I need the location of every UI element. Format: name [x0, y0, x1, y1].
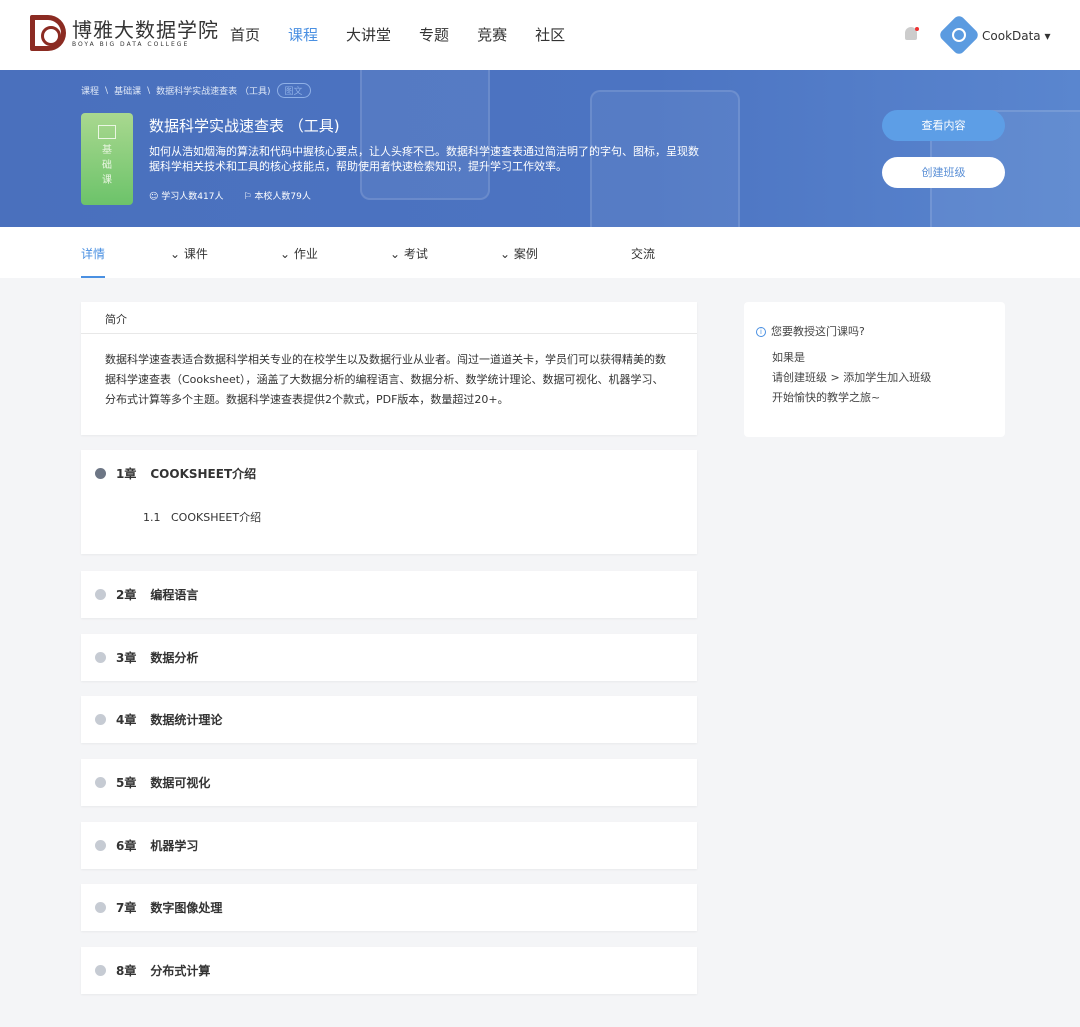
course-description: 如何从浩如烟海的算法和代码中握核心要点，让人头疼不已。数据科学速查表通过简洁明了… [149, 145, 699, 173]
chapter-item[interactable]: 4章 数据统计理论 [81, 696, 697, 743]
teach-question: 您要教授这门课吗? [771, 325, 865, 338]
intro-heading: 简介 [81, 302, 697, 334]
notification-dot [915, 27, 919, 31]
user-menu[interactable]: CookData ▾ [982, 29, 1051, 43]
learners-count: ☺ 学习人数417人 [149, 192, 224, 202]
chapter-title: 编程语言 [150, 588, 199, 602]
nav-lectures[interactable]: 大讲堂 [346, 24, 391, 45]
chevron-down-icon: ⌄ [280, 247, 294, 261]
nav-home[interactable]: 首页 [230, 24, 260, 45]
expand-icon[interactable] [95, 777, 106, 788]
username: CookData [982, 29, 1041, 43]
chapter-title: 分布式计算 [150, 964, 211, 978]
breadcrumb-courses[interactable]: 课程 [81, 84, 99, 97]
create-class-button[interactable]: 创建班级 [882, 157, 1005, 188]
chapter-title: 数字图像处理 [150, 901, 223, 915]
nav-competitions[interactable]: 竞赛 [477, 24, 507, 45]
tab-courseware[interactable]: ⌄ 课件 [170, 245, 208, 262]
tab-cases[interactable]: ⌄ 案例 [500, 245, 538, 262]
collapse-icon[interactable] [95, 468, 106, 479]
type-tag: 图文 [276, 83, 311, 98]
logo-icon [30, 15, 66, 51]
teach-prompt-card: i 您要教授这门课吗? 如果是 请创建班级 > 添加学生加入班级 开始愉快的教学之… [744, 302, 1005, 437]
intro-card: 简介 数据科学速查表适合数据科学相关专业的在校学生以及数据行业从业者。闯过一道道… [81, 302, 697, 435]
chapter-number: 2章 [116, 588, 137, 602]
chapter-item[interactable]: 6章 机器学习 [81, 822, 697, 869]
expand-icon[interactable] [95, 965, 106, 976]
chapter-title: 数据统计理论 [150, 713, 223, 727]
course-banner: 课程 \ 基础课 \ 数据科学实战速查表 （工具) 图文 基础课 数据科学实战速查表… [0, 70, 1080, 227]
chapter-number: 5章 [116, 776, 137, 790]
chapter-item[interactable]: 7章 数字图像处理 [81, 884, 697, 931]
expand-icon[interactable] [95, 840, 106, 851]
active-tab-indicator [81, 276, 105, 278]
chapter-number: 4章 [116, 713, 137, 727]
chart-icon [98, 125, 116, 139]
chapter-title: 数据分析 [150, 651, 199, 665]
chapter-item[interactable]: 8章 分布式计算 [81, 947, 697, 994]
logo-subtitle: BOYA BIG DATA COLLEGE [72, 40, 190, 48]
nav-courses[interactable]: 课程 [288, 24, 318, 45]
info-icon: i [756, 327, 766, 337]
breadcrumb-basic[interactable]: 基础课 [114, 84, 141, 97]
main-nav: 首页 课程 大讲堂 专题 竞赛 社区 [230, 24, 565, 45]
course-tabs: 详情 ⌄ 课件 ⌄ 作业 ⌄ 考试 ⌄ 案例 交流 [0, 227, 1080, 278]
tab-details[interactable]: 详情 [81, 245, 105, 262]
teach-line: 请创建班级 > 添加学生加入班级 [772, 371, 932, 384]
view-content-button[interactable]: 查看内容 [882, 110, 1005, 141]
chapter-number: 6章 [116, 839, 137, 853]
tab-exam[interactable]: ⌄ 考试 [390, 245, 428, 262]
flag-icon: ⚐ [243, 192, 252, 202]
caret-down-icon: ▾ [1044, 29, 1051, 43]
course-category-badge: 基础课 [81, 113, 133, 205]
chevron-down-icon: ⌄ [170, 247, 184, 261]
tab-discussion[interactable]: 交流 [631, 245, 655, 262]
teach-line: 如果是 [772, 351, 805, 364]
chapter-number: 3章 [116, 651, 137, 665]
logo[interactable]: 博雅大数据学院 BOYA BIG DATA COLLEGE [30, 15, 219, 51]
chapter-title: 机器学习 [150, 839, 199, 853]
section-number: 1.1 [143, 511, 161, 524]
decor-shape [360, 70, 490, 200]
chapter-item[interactable]: 2章 编程语言 [81, 571, 697, 618]
intro-body: 数据科学速查表适合数据科学相关专业的在校学生以及数据行业从业者。闯过一道道关卡，… [105, 353, 666, 406]
chapter-number: 7章 [116, 901, 137, 915]
chapter-title: 数据可视化 [150, 776, 211, 790]
teach-line: 开始愉快的教学之旅~ [772, 391, 881, 404]
course-title: 数据科学实战速查表 （工具) [149, 117, 340, 135]
chapter-title: COOKSHEET介绍 [150, 467, 257, 481]
logo-title: 博雅大数据学院 [72, 17, 219, 42]
chapter-item[interactable]: 1章 COOKSHEET介绍 1.1 COOKSHEET介绍 [81, 450, 697, 554]
breadcrumb: 课程 \ 基础课 \ 数据科学实战速查表 （工具) 图文 [81, 83, 311, 98]
top-header: 博雅大数据学院 BOYA BIG DATA COLLEGE 首页 课程 大讲堂 … [0, 0, 1080, 70]
expand-icon[interactable] [95, 714, 106, 725]
expand-icon[interactable] [95, 652, 106, 663]
chevron-down-icon: ⌄ [500, 247, 514, 261]
user-icon: ☺ [149, 192, 159, 202]
breadcrumb-current: 数据科学实战速查表 （工具) [156, 87, 271, 97]
tab-homework[interactable]: ⌄ 作业 [280, 245, 318, 262]
chapter-number: 1章 [116, 467, 137, 481]
expand-icon[interactable] [95, 902, 106, 913]
section-item[interactable]: 1.1 COOKSHEET介绍 [81, 497, 697, 537]
badge-label: 基础课 [102, 145, 112, 186]
chapter-item[interactable]: 5章 数据可视化 [81, 759, 697, 806]
nav-topics[interactable]: 专题 [419, 24, 449, 45]
chapter-number: 8章 [116, 964, 137, 978]
school-count: ⚐ 本校人数79人 [243, 192, 311, 202]
chevron-down-icon: ⌄ [390, 247, 404, 261]
expand-icon[interactable] [95, 589, 106, 600]
chapter-item[interactable]: 3章 数据分析 [81, 634, 697, 681]
nav-community[interactable]: 社区 [535, 24, 565, 45]
section-title: COOKSHEET介绍 [171, 511, 262, 524]
avatar[interactable] [937, 13, 981, 57]
